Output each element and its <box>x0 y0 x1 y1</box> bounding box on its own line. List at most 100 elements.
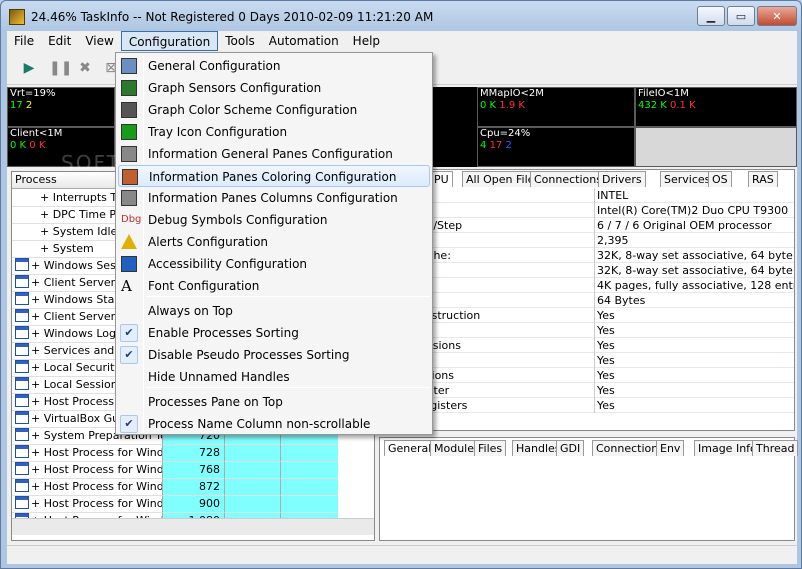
process-row[interactable]: + Host Process for Windo 900 <box>12 496 374 513</box>
graph-fileio-value1: 432 K <box>638 100 667 111</box>
menu-item-information-general-panes-configuration[interactable]: Information General Panes Configuration <box>118 143 430 165</box>
process-name: + DPC Time Pla <box>40 208 126 221</box>
process-icon <box>15 479 29 492</box>
process-row[interactable]: + Host Process for Windo 768 <box>12 462 374 479</box>
close-icon: ✕ <box>772 9 782 23</box>
menu-item-enable-processes-sorting[interactable]: ✔ Enable Processes Sorting <box>118 322 430 344</box>
menu-item-information-panes-columns-configuration[interactable]: Information Panes Columns Configuration <box>118 187 430 209</box>
info-row[interactable]: entYes <box>380 323 794 338</box>
maximize-button[interactable]: ▭ <box>727 6 755 26</box>
menu-configuration[interactable]: Configuration <box>120 31 219 51</box>
info-tab[interactable]: Drivers <box>598 171 646 187</box>
process-name: + Windows Ses <box>31 259 116 272</box>
graph-mmapio-label: MMapIO<2M <box>480 88 544 99</box>
info-row[interactable]: ecific RegistersYes <box>380 398 794 413</box>
info-tab[interactable]: Services <box>660 171 715 187</box>
graph-mmapio-value2: 1.9 K <box>499 100 525 111</box>
menu-item-tray-icon-configuration[interactable]: Tray Icon Configuration <box>118 121 430 143</box>
process-id-cell: 872 <box>162 479 224 496</box>
info-row[interactable]: dorINTEL <box>380 188 794 203</box>
menu-automation[interactable]: Automation <box>262 31 346 51</box>
configuration-menu: General Configuration Graph Sensors Confi… <box>115 52 433 435</box>
graph-vrt[interactable]: Vrt=19% 17 2 <box>7 87 115 127</box>
process-name: + Client Server <box>31 310 116 323</box>
info-value: 64 Bytes <box>594 293 794 308</box>
stop-icon[interactable]: ✖ <box>77 60 93 76</box>
debug-icon: Dbg <box>121 214 142 225</box>
info-row[interactable]: tensionsYes <box>380 353 794 368</box>
graph-mmapio[interactable]: MMapIO<2M 0 K 1.9 K <box>477 87 635 127</box>
menu-item-alerts-configuration[interactable]: Alerts Configuration <box>118 231 430 253</box>
close-button[interactable]: ✕ <box>757 6 797 26</box>
info-row[interactable]: n TLB:4K pages, fully associative, 128 e… <box>380 278 794 293</box>
info-tab[interactable]: RAS <box>748 171 778 187</box>
general-config-icon <box>121 58 137 74</box>
details-tab[interactable]: Image Info <box>694 440 761 456</box>
details-tab[interactable]: Env <box>656 440 685 456</box>
graph-cpu[interactable]: Cpu=24% 4 17 2 <box>477 127 635 167</box>
info-row[interactable]: ction cache:32K, 8-way set associative, … <box>380 248 794 263</box>
info-row[interactable]: k MHz2,395 <box>380 233 794 248</box>
info-row[interactable]: e ExtensionsYes <box>380 368 794 383</box>
process-row[interactable]: + Host Process for Windo 872 <box>12 479 374 496</box>
info-value: Yes <box>594 308 794 323</box>
process-cell <box>280 496 338 513</box>
process-cell <box>280 462 338 479</box>
process-icon <box>15 428 29 441</box>
app-icon[interactable] <box>9 9 25 25</box>
graph-fileio-label: FileIO<1M <box>638 88 689 99</box>
menu-item-processes-pane-on-top[interactable]: Processes Pane on Top <box>118 391 430 413</box>
menu-item-graph-sensors-configuration[interactable]: Graph Sensors Configuration <box>118 77 430 99</box>
menu-item-label: Accessibility Configuration <box>148 257 308 271</box>
info-row[interactable]: ily/Model/Step6 / 7 / 6 Original OEM pro… <box>380 218 794 233</box>
info-row[interactable]: de ExtensionsYes <box>380 338 794 353</box>
process-cell <box>280 479 338 496</box>
title-bar[interactable]: 24.46% TaskInfo -- Not Registered 0 Days… <box>1 1 801 31</box>
menu-tools[interactable]: Tools <box>218 31 262 51</box>
process-name: + Host Process for Windo <box>31 497 162 510</box>
menu-item-information-panes-coloring-configuration[interactable]: Information Panes Coloring Configuration <box>118 165 430 187</box>
info-pane: PU All Open Files Connections Drivers Servic… <box>379 169 795 431</box>
menu-item-font-configuration[interactable]: A Font Configuration <box>118 275 430 297</box>
menu-item-disable-pseudo-processes-sorting[interactable]: ✔ Disable Pseudo Processes Sorting <box>118 344 430 366</box>
menu-item-hide-unnamed-handles[interactable]: Hide Unnamed Handles <box>118 366 430 388</box>
info-row[interactable]: CPUID instructionYes <box>380 308 794 323</box>
minimize-button[interactable]: ▁ <box>697 6 725 26</box>
process-name: + Local Security <box>31 361 121 374</box>
process-icon <box>15 309 29 322</box>
details-tab[interactable]: Thread <box>752 440 799 456</box>
menu-item-label: Information Panes Coloring Configuration <box>149 170 397 184</box>
menu-item-accessibility-configuration[interactable]: Accessibility Configuration <box>118 253 430 275</box>
details-tab[interactable]: GDI <box>556 440 585 456</box>
horizontal-scrollbar[interactable] <box>12 518 374 535</box>
menu-edit[interactable]: Edit <box>41 31 78 51</box>
menu-item-debug-symbols-configuration[interactable]: Dbg Debug Symbols Configuration <box>118 209 430 231</box>
menu-item-always-on-top[interactable]: Always on Top <box>118 300 430 322</box>
process-name: + Client Server <box>31 276 116 289</box>
menu-item-graph-color-scheme-configuration[interactable]: Graph Color Scheme Configuration <box>118 99 430 121</box>
info-row[interactable]: ache:32K, 8-way set associative, 64 byte… <box>380 263 794 278</box>
process-row[interactable]: + Host Process for Windo 728 <box>12 445 374 462</box>
info-row[interactable]: Intel(R) Core(TM)2 Duo CPU T9300 <box>380 203 794 218</box>
menu-file[interactable]: File <box>7 31 41 51</box>
info-tab[interactable]: OS <box>708 171 732 187</box>
menu-view[interactable]: View <box>78 31 120 51</box>
menu-item-general-configuration[interactable]: General Configuration <box>118 55 430 77</box>
process-cell <box>224 496 280 513</box>
info-row[interactable]: mp CounterYes <box>380 383 794 398</box>
info-tab[interactable]: PU <box>430 171 453 187</box>
menu-item-label: Processes Pane on Top <box>148 395 283 409</box>
alert-icon <box>121 234 137 249</box>
process-name-cell: + Host Process for Windo <box>12 496 162 513</box>
graph-fileio[interactable]: FileIO<1M 432 K 0.1 K <box>635 87 797 127</box>
menu-help[interactable]: Help <box>346 31 387 51</box>
info-value: 32K, 8-way set associative, 64 byte lin <box>594 263 794 278</box>
menu-item-process-name-column-non-scrollable[interactable]: ✔ Process Name Column non-scrollable <box>118 413 430 435</box>
pause-icon[interactable]: ❚❚ <box>49 60 72 76</box>
info-tab[interactable]: Connections <box>530 171 606 187</box>
details-tab[interactable]: General <box>384 440 436 456</box>
play-icon[interactable]: ▶ <box>21 60 37 76</box>
details-tab[interactable]: Files <box>474 440 507 456</box>
info-row[interactable]: ig:64 Bytes <box>380 293 794 308</box>
info-value: INTEL <box>594 188 794 203</box>
